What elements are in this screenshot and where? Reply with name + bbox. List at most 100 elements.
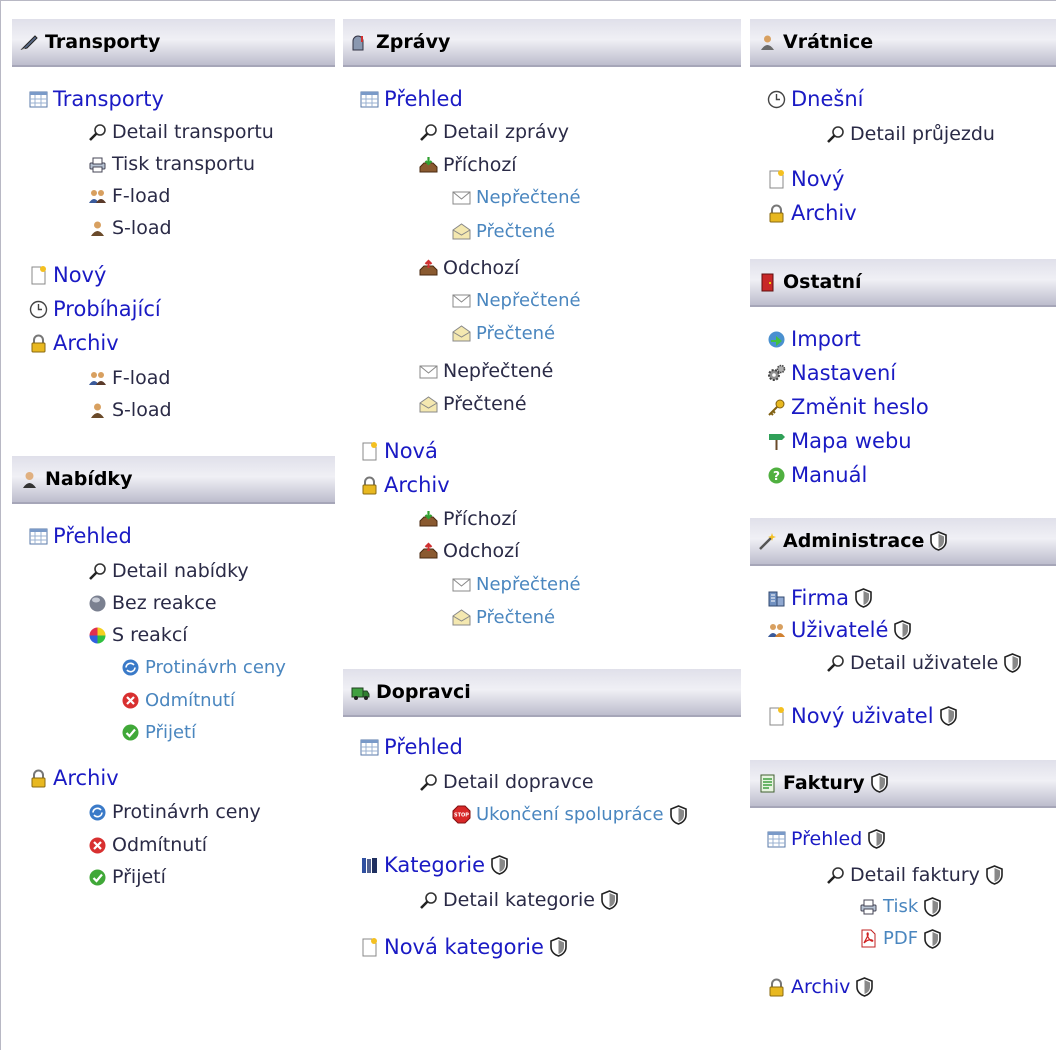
shield-icon: [1004, 653, 1022, 673]
nav-item-f-load[interactable]: F-load: [88, 185, 170, 207]
invoice-icon: [758, 774, 777, 793]
nav-item-nova[interactable]: Nová: [360, 439, 438, 463]
nav-item-archiv-f-load[interactable]: F-load: [88, 367, 170, 389]
key-icon: [767, 398, 786, 417]
shield-icon: [868, 829, 886, 849]
nav-item-prijeti[interactable]: Přijetí: [121, 722, 196, 743]
inbox-in-icon: [419, 510, 438, 529]
nav-item-detail-prujezdu[interactable]: Detail průjezdu: [826, 123, 995, 145]
inbox-out-icon: [419, 541, 438, 561]
nav-item-detail-zpravy[interactable]: Detail zprávy: [419, 121, 569, 143]
printer-icon: [859, 897, 878, 916]
nav-item-dnesni[interactable]: Dnešní: [767, 87, 864, 111]
table-icon: [29, 527, 48, 546]
nav-item-uzivatele[interactable]: Uživatelé: [767, 618, 912, 642]
nav-item-detail-nabidky[interactable]: Detail nabídky: [88, 560, 249, 582]
column-left: Transporty Transporty Detail transportu …: [12, 19, 335, 888]
envelope-icon: [452, 575, 471, 594]
nav-item-detail-dopravce[interactable]: Detail dopravce: [419, 771, 594, 793]
books-icon: [360, 856, 379, 875]
nav-item-detail-faktury[interactable]: Detail faktury: [826, 864, 1003, 886]
nav-item-archiv-protinavrh[interactable]: Protinávrh ceny: [88, 801, 261, 823]
shield-icon: [939, 706, 957, 726]
lock-icon: [767, 204, 786, 223]
nav-item-probihajici[interactable]: Probíhající: [29, 297, 161, 321]
nav-item-mapa-webu[interactable]: Mapa webu: [767, 429, 912, 453]
nav-item-detail-transportu[interactable]: Detail transportu: [88, 121, 274, 143]
nav-item-novy-uzivatel[interactable]: Nový uživatel: [767, 704, 957, 728]
shield-icon: [669, 804, 687, 825]
nav-item-prehled-faktury[interactable]: Přehled: [767, 828, 886, 850]
nav-item-odmitnuti[interactable]: Odmítnutí: [121, 690, 235, 711]
nav-item-archiv-prectene[interactable]: Přečtené: [452, 607, 555, 628]
nav-item-prichozi[interactable]: Příchozí: [419, 154, 517, 176]
nav-item-detail-kategorie[interactable]: Detail kategorie: [419, 889, 618, 911]
nav-item-novy-vratnice[interactable]: Nový: [767, 167, 844, 191]
nav-item-firma[interactable]: Firma: [767, 586, 872, 610]
nav-item-prehled[interactable]: Přehled: [29, 524, 132, 548]
nav-item-prichozi-neprectene[interactable]: Nepřečtené: [452, 187, 581, 208]
magnifier-icon: [826, 654, 845, 673]
nav-item-nova-kategorie[interactable]: Nová kategorie: [360, 935, 567, 959]
nav-item-novy[interactable]: Nový: [29, 263, 106, 287]
pdf-icon: [859, 929, 878, 948]
nav-item-archiv-zpravy[interactable]: Archiv: [360, 473, 450, 497]
nav-item-archiv-odchozi[interactable]: Odchozí: [419, 540, 519, 562]
nav-item-detail-uzivatele[interactable]: Detail uživatele: [826, 652, 1022, 674]
lock-icon: [767, 978, 786, 997]
nav-item-tisk-transportu[interactable]: Tisk transportu: [88, 153, 255, 175]
nav-item-s-load[interactable]: S-load: [88, 217, 172, 239]
nav-item-archiv-s-load[interactable]: S-load: [88, 399, 172, 421]
pen-icon: [20, 33, 39, 52]
stop-icon: STOP: [452, 805, 471, 824]
section-header-nabidky: Nabídky: [12, 456, 335, 504]
nav-item-odchozi[interactable]: Odchozí: [419, 257, 519, 279]
nav-item-prectene[interactable]: Přečtené: [419, 393, 527, 415]
nav-item-import[interactable]: Import: [767, 327, 861, 351]
nav-item-protinavrh-ceny[interactable]: Protinávrh ceny: [121, 657, 286, 678]
nav-item-ukonceni-spoluprace[interactable]: STOP Ukončení spolupráce: [452, 804, 687, 825]
nav-item-archiv-nabidky[interactable]: Archiv: [29, 766, 119, 790]
nav-item-prehled-zpravy[interactable]: Přehled: [360, 87, 463, 111]
nav-item-archiv-faktury[interactable]: Archiv: [767, 976, 874, 998]
nav-item-archiv-odmitnuti[interactable]: Odmítnutí: [88, 834, 207, 856]
nav-item-odchozi-neprectene[interactable]: Nepřečtené: [452, 290, 581, 311]
nav-item-zmenit-heslo[interactable]: Změnit heslo: [767, 395, 929, 419]
envelope-open-icon: [419, 395, 438, 414]
nav-item-archiv[interactable]: Archiv: [29, 331, 119, 355]
table-icon: [29, 90, 48, 109]
new-document-icon: [767, 706, 786, 726]
nav-item-neprectene[interactable]: Nepřečtené: [419, 360, 553, 382]
wand-icon: [758, 532, 777, 551]
nav-item-odchozi-prectene[interactable]: Přečtené: [452, 323, 555, 344]
nav-item-s-reakci[interactable]: S reakcí: [88, 624, 188, 646]
nav-item-archiv-prijeti[interactable]: Přijetí: [88, 866, 166, 888]
table-icon: [360, 738, 379, 757]
clock-icon: [29, 300, 48, 319]
page-frame: Transporty Transporty Detail transportu …: [0, 0, 1056, 1050]
nav-item-nastaveni[interactable]: Nastavení: [767, 361, 896, 385]
section-title: Dopravci: [376, 681, 471, 703]
users-icon: [767, 621, 786, 640]
nav-item-prehled-dopravci[interactable]: Přehled: [360, 735, 463, 759]
shield-icon: [870, 773, 888, 793]
nav-item-transporty[interactable]: Transporty: [29, 87, 164, 111]
nav-item-bez-reakce[interactable]: Bez reakce: [88, 592, 217, 614]
cycle-icon: [88, 803, 107, 822]
magnifier-icon: [419, 773, 438, 792]
section-title: Faktury: [783, 772, 865, 794]
nav-item-kategorie[interactable]: Kategorie: [360, 853, 508, 877]
nav-item-pdf[interactable]: PDF: [859, 928, 941, 949]
new-document-icon: [29, 265, 48, 285]
table-icon: [360, 90, 379, 109]
nav-item-tisk[interactable]: Tisk: [859, 896, 942, 917]
nav-item-manual[interactable]: ? Manuál: [767, 463, 867, 487]
nav-item-archiv-prichozi[interactable]: Příchozí: [419, 508, 517, 530]
svg-text:STOP: STOP: [454, 813, 469, 819]
shield-icon: [924, 896, 942, 917]
gears-icon: [767, 364, 786, 383]
nav-item-prichozi-prectene[interactable]: Přečtené: [452, 221, 555, 242]
nav-item-archiv-vratnice[interactable]: Archiv: [767, 201, 857, 225]
nav-item-archiv-neprectene[interactable]: Nepřečtené: [452, 574, 581, 595]
magnifier-icon: [826, 866, 845, 885]
